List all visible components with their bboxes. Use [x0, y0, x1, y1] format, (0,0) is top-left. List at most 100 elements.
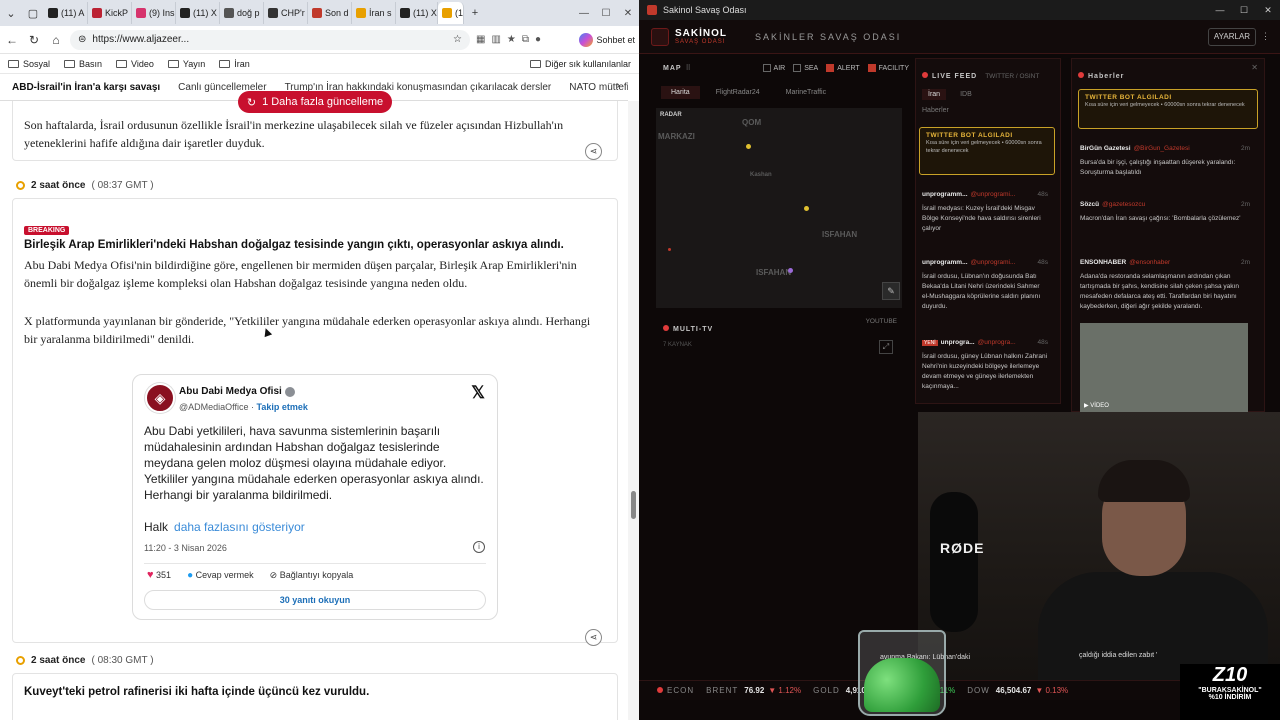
- favorites-icon[interactable]: ★: [507, 34, 516, 45]
- browser-tab[interactable]: İran s: [352, 2, 396, 24]
- minimize-icon[interactable]: —: [1208, 5, 1232, 16]
- news-item[interactable]: BirGün Gazetesi @BirGun_Gazetesi 2m Bursa'd…: [1080, 144, 1250, 178]
- show-more-link[interactable]: daha fazlasını gösteriyor: [174, 520, 305, 534]
- feed-item[interactable]: unprogramm... @unprogrami... 48s İsrail ord…: [922, 258, 1048, 312]
- alert-marker-icon[interactable]: [746, 144, 751, 149]
- tab-idb[interactable]: IDB: [954, 89, 978, 100]
- jar-contents: [864, 658, 940, 712]
- tab-label: İran s: [369, 8, 392, 18]
- close-icon[interactable]: ✕: [1256, 5, 1280, 16]
- collections-icon[interactable]: ⧉: [522, 34, 529, 45]
- browser-tab[interactable]: doğ p: [220, 2, 264, 24]
- browser-tab[interactable]: (9) Ins: [132, 2, 176, 24]
- url-text: https://www.aljazeer...: [92, 34, 190, 45]
- bookmark-folder-video[interactable]: Video: [116, 59, 154, 69]
- close-icon[interactable]: ✕: [1251, 63, 1258, 72]
- more-menu-icon[interactable]: ⋮: [1261, 31, 1270, 42]
- browser-tab[interactable]: (11) A: [44, 2, 88, 24]
- like-button[interactable]: ♥ 351: [147, 569, 171, 581]
- drag-handle-icon[interactable]: ⠿: [686, 64, 691, 72]
- radar-map[interactable]: RADAR QOM MARKAZI ISFAHAN ISFAHAN Kashan…: [656, 108, 902, 308]
- split-view-icon[interactable]: ▥: [491, 34, 500, 45]
- checkbox-icon[interactable]: [793, 64, 802, 72]
- browser-tab[interactable]: (11) X: [396, 2, 438, 24]
- checkbox-icon[interactable]: [826, 64, 835, 72]
- new-tab-icon[interactable]: +: [464, 2, 486, 24]
- copilot-chat-button[interactable]: Sohbet et: [579, 32, 635, 47]
- follow-button[interactable]: Takip etmek: [257, 402, 308, 412]
- chevron-right-icon[interactable]: ›: [617, 80, 620, 91]
- tab-haberler[interactable]: Haberler: [922, 107, 949, 114]
- topic-tab-war[interactable]: ABD-İsrail'in İran'a karşı savaşı: [12, 82, 160, 93]
- tweet-author[interactable]: Abu Dabi Medya Ofisi: [179, 386, 295, 397]
- settings-button[interactable]: AYARLAR: [1208, 28, 1256, 46]
- checkbox-icon[interactable]: [762, 64, 771, 72]
- home-icon[interactable]: ⌂: [48, 33, 64, 47]
- bookmark-folder-yayin[interactable]: Yayın: [167, 59, 205, 69]
- filter-label: FACILITY: [878, 64, 909, 72]
- news-item[interactable]: Sözcü @gazetesozcu 2m Macron'dan İran savaş…: [1080, 200, 1250, 224]
- alert-marker-icon[interactable]: [668, 248, 671, 251]
- filter-sea[interactable]: SEA: [793, 64, 818, 72]
- reload-icon[interactable]: ↻: [26, 33, 42, 47]
- tab-map[interactable]: Harita: [661, 86, 700, 99]
- url-field[interactable]: ⊜ https://www.aljazeer... ☆: [70, 29, 470, 50]
- browser-tab[interactable]: (11) X: [176, 2, 220, 24]
- info-icon[interactable]: i: [473, 541, 485, 553]
- news-item[interactable]: ENSONHABER @ensonhaber 2m Adana'da restoran…: [1080, 258, 1250, 312]
- avatar[interactable]: ◈: [145, 383, 175, 413]
- copy-link-button[interactable]: ⊘ Bağlantıyı kopyala: [270, 570, 354, 581]
- browser-tab[interactable]: Son d: [308, 2, 352, 24]
- post-headline: Kuveyt'teki petrol rafinerisi iki hafta …: [24, 686, 370, 698]
- feed-age: 48s: [1037, 339, 1048, 346]
- share-icon[interactable]: ⋖: [585, 143, 602, 160]
- bookmark-folder-sosyal[interactable]: Sosyal: [8, 59, 50, 69]
- filter-air[interactable]: AIR: [762, 64, 785, 72]
- alert-marker-icon[interactable]: [804, 206, 809, 211]
- post-time: 2 saat önce: [31, 180, 86, 191]
- favorite-star-icon[interactable]: ☆: [453, 34, 462, 45]
- tab-flightradar[interactable]: FlightRadar24: [706, 86, 770, 99]
- app-header: SAKİNOL SAVAŞ ODASI SAKİNLER SAVAŞ ODASI …: [639, 20, 1280, 54]
- site-info-icon[interactable]: ⊜: [78, 34, 86, 45]
- tab-iran[interactable]: İran: [922, 89, 947, 100]
- tab-list-chevron-icon[interactable]: ⌄: [0, 2, 22, 24]
- filter-facility[interactable]: FACILITY: [867, 64, 909, 72]
- x-logo-icon[interactable]: 𝕏: [471, 383, 485, 403]
- bookmark-folder-iran[interactable]: İran: [219, 59, 250, 69]
- browser-tab[interactable]: (1: [438, 2, 464, 24]
- checkbox-icon[interactable]: [867, 64, 876, 72]
- minimize-icon[interactable]: —: [573, 8, 595, 19]
- feed-item[interactable]: YENİ unprogra... @unprogra... 48s İsrail ord…: [922, 338, 1048, 392]
- browser-tab[interactable]: CHP'r: [264, 2, 308, 24]
- facility-marker-icon[interactable]: [788, 268, 793, 273]
- read-replies-button[interactable]: 30 yanıtı okuyun: [144, 590, 486, 610]
- maximize-icon[interactable]: ☐: [1232, 5, 1256, 16]
- news-video-thumbnail[interactable]: ▶ VİDEO: [1080, 323, 1248, 413]
- other-favorites[interactable]: Diğer sık kullanılanlar: [529, 59, 631, 69]
- news-panel: Haberler ✕ TWITTER BOT ALGILADI Kısa sür…: [1071, 58, 1265, 413]
- feed-handle: @unprogrami...: [970, 191, 1016, 198]
- share-icon[interactable]: ⋖: [585, 629, 602, 646]
- tweet-date[interactable]: 11:20 - 3 Nisan 2026: [144, 543, 227, 553]
- close-icon[interactable]: ✕: [617, 8, 639, 19]
- back-arrow-icon[interactable]: ←: [4, 33, 20, 47]
- extension-icon[interactable]: ▦: [476, 34, 485, 45]
- econ-label: ECON: [667, 686, 695, 695]
- workspaces-icon[interactable]: ▢: [22, 2, 44, 24]
- feed-item[interactable]: unprogramm... @unprogrami... 48s İsrail med…: [922, 190, 1048, 234]
- scrollbar-thumb[interactable]: [631, 491, 636, 519]
- profile-icon[interactable]: ●: [535, 34, 541, 45]
- tab-marinetraffic[interactable]: MarineTraffic: [776, 86, 836, 99]
- scrollbar[interactable]: [628, 101, 639, 720]
- bookmark-folder-basin[interactable]: Basın: [64, 59, 102, 69]
- embedded-tweet[interactable]: ◈ Abu Dabi Medya Ofisi @ADMediaOffice · …: [132, 374, 498, 620]
- more-updates-button[interactable]: ↻ 1 Daha fazla güncelleme: [238, 91, 392, 113]
- reply-button[interactable]: ● Cevap vermek: [187, 570, 254, 581]
- feed-age: 48s: [1037, 259, 1048, 266]
- fullscreen-icon[interactable]: ⤢: [879, 340, 893, 354]
- browser-tab[interactable]: KickP: [88, 2, 132, 24]
- filter-alert[interactable]: ALERT: [826, 64, 860, 72]
- edit-pencil-icon[interactable]: ✎: [882, 282, 900, 300]
- maximize-icon[interactable]: ☐: [595, 8, 617, 19]
